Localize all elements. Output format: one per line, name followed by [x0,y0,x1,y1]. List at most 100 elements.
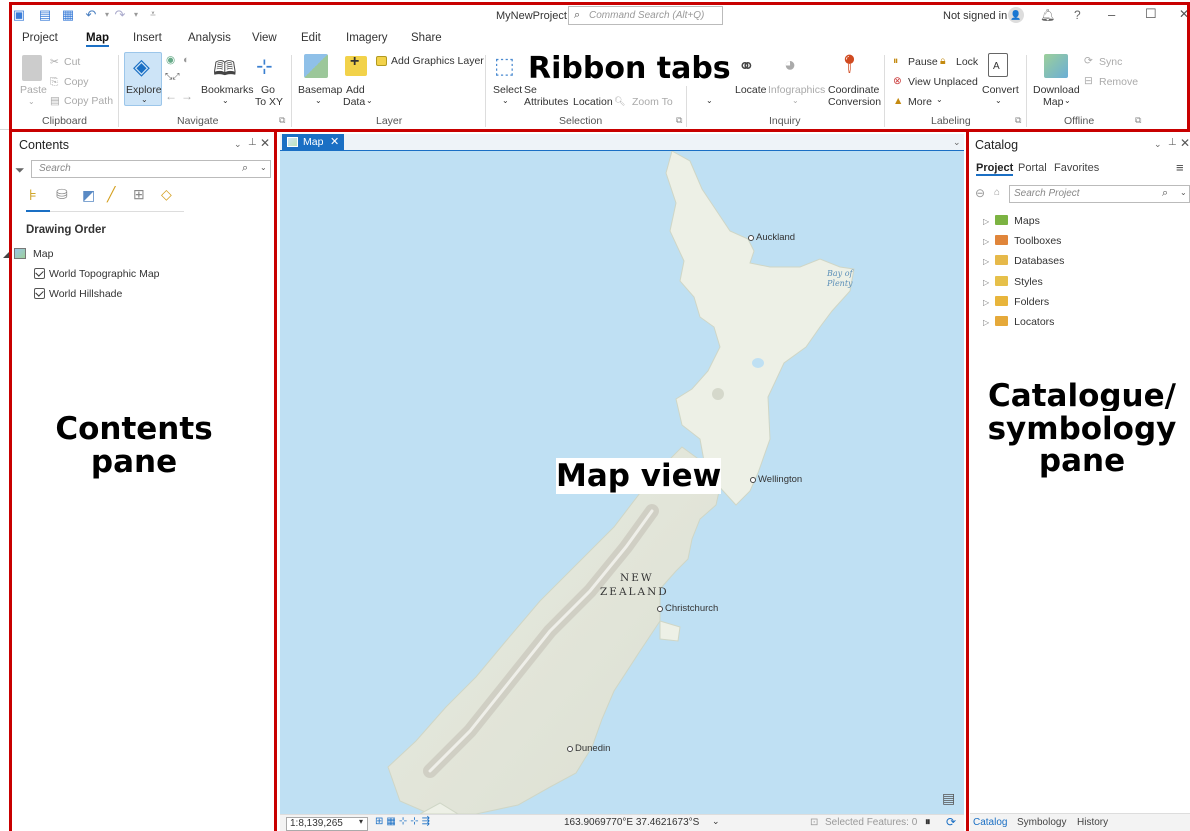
download-map-dropdown-icon[interactable]: ⌄ [1064,96,1071,105]
maximize-button[interactable]: ☐ [1145,6,1157,22]
infographics-button[interactable]: Infographics [768,84,825,96]
catalog-item-databases[interactable]: ▷ Databases [983,255,1064,267]
coordinate-conversion-button-line2[interactable]: Conversion [828,96,881,108]
pin-icon[interactable]: ⊥ [1168,137,1177,148]
selected-features-count[interactable]: Selected Features: 0 [825,817,917,828]
scale-dropdown[interactable]: 1:8,139,265 ▾ [286,817,368,831]
notifications-bell-icon[interactable]: 🔔︎ [1040,8,1055,22]
bookmarks-button[interactable]: Bookmarks [201,84,254,96]
help-button[interactable]: ? [1074,8,1081,22]
paste-button[interactable]: Paste [20,84,47,96]
add-data-button[interactable]: Add [346,84,365,96]
expand-arrow-icon[interactable]: ▷ [983,318,989,327]
close-button[interactable]: ✕ [1179,7,1189,21]
tab-catalog[interactable]: Catalog [973,817,1007,828]
close-pane-icon[interactable]: ✕ [260,136,270,150]
tab-catalog-portal[interactable]: Portal [1018,162,1047,174]
basemap-button[interactable]: Basemap [298,84,342,96]
list-by-selection-icon[interactable]: ◩ [82,187,95,204]
map-tree-item[interactable]: ◢ Map [3,248,53,260]
refresh-icon[interactable]: ⟳ [946,815,956,829]
list-by-snapping-icon[interactable]: ⊞ [133,186,145,203]
catalog-search-input[interactable]: Search Project ⌕ ⌄ [1009,185,1190,203]
save-project-icon[interactable]: ▦ [60,7,76,23]
layer-visibility-checkbox[interactable] [34,288,45,299]
layer-visibility-checkbox[interactable] [34,268,45,279]
expand-arrow-icon[interactable]: ▷ [983,278,989,287]
map-overview-icon[interactable]: ▤ [942,790,955,807]
expand-arrow-icon[interactable]: ▷ [983,298,989,307]
convert-button[interactable]: Convert [982,84,1019,96]
add-data-button-line2[interactable]: Data [343,96,365,108]
coordinate-readout[interactable]: 163.9069770°E 37.4621673°S [564,817,699,828]
copy-button[interactable]: Copy [64,76,89,88]
layer-row[interactable]: World Hillshade [34,288,122,300]
measure-dropdown-icon[interactable]: ⌄ [706,96,713,105]
list-by-editing-icon[interactable]: ╱ [107,186,115,203]
copy-path-button[interactable]: Copy Path [64,95,113,107]
tab-list-dropdown-icon[interactable]: ⌄ [953,137,961,148]
catalog-item-toolboxes[interactable]: ▷ Toolboxes [983,235,1061,247]
user-avatar-icon[interactable]: 👤 [1008,7,1024,23]
tab-catalog-favorites[interactable]: Favorites [1054,162,1099,174]
list-by-source-icon[interactable]: ⛁ [56,186,68,203]
explore-dropdown-icon[interactable]: ⌄ [141,95,148,104]
fixed-zoom-icon[interactable]: ⤡⤢ [165,71,179,82]
list-by-labeling-icon[interactable]: ◇ [161,186,172,203]
download-map-button-line2[interactable]: Map [1043,96,1063,108]
cut-button[interactable]: Cut [64,56,80,68]
expand-arrow-icon[interactable]: ▷ [983,257,989,266]
select-by-attributes-button[interactable]: Attributes [524,96,568,108]
signin-status[interactable]: Not signed in [943,10,1007,22]
catalog-item-maps[interactable]: ▷ Maps [983,215,1040,227]
customize-toolbar-icon[interactable]: ⩡ [145,7,161,23]
remove-button[interactable]: Remove [1099,76,1138,88]
filter-icon[interactable]: ⏷ [15,163,25,178]
tab-view[interactable]: View [252,32,277,44]
selection-launcher-icon[interactable]: ⧉ [676,115,682,126]
tab-history[interactable]: History [1077,817,1108,828]
back-arrow-icon[interactable]: ← [165,89,177,103]
add-graphics-layer-button[interactable]: Add Graphics Layer [391,55,484,67]
select-button[interactable]: Select [493,84,522,96]
expand-arrow-icon[interactable]: ▷ [983,237,989,246]
convert-dropdown-icon[interactable]: ⌄ [995,96,1002,105]
bookmarks-dropdown-icon[interactable]: ⌄ [222,96,229,105]
new-project-icon[interactable]: ▣ [11,7,27,23]
sync-button[interactable]: Sync [1099,56,1122,68]
pause-drawing-icon[interactable]: ⏸ [925,816,931,829]
back-icon[interactable]: ⊖ [975,186,985,200]
command-search-input[interactable]: ⌕ Command Search (Alt+Q) [568,6,723,25]
tab-edit[interactable]: Edit [301,32,321,44]
labeling-launcher-icon[interactable]: ⧉ [1015,115,1021,126]
layer-row[interactable]: World Topographic Map [34,268,160,280]
lock-labels-button[interactable]: Lock [956,56,978,68]
expand-arrow-icon[interactable]: ▷ [983,217,989,226]
tab-catalog-project[interactable]: Project [976,162,1014,176]
minimize-button[interactable]: – [1108,7,1115,22]
catalog-item-locators[interactable]: ▷ Locators [983,316,1054,328]
offline-launcher-icon[interactable]: ⧉ [1135,115,1141,126]
catalog-item-styles[interactable]: ▷ Styles [983,276,1043,288]
download-map-button[interactable]: Download [1033,84,1080,96]
basemap-dropdown-icon[interactable]: ⌄ [315,96,322,105]
tab-analysis[interactable]: Analysis [188,32,231,44]
add-data-dropdown-icon[interactable]: ⌄ [366,96,373,105]
map-view-tab[interactable]: Map ✕ [282,134,344,151]
tab-insert[interactable]: Insert [133,32,162,44]
previous-extent-icon[interactable]: ◐ [183,54,189,66]
infographics-dropdown-icon[interactable]: ⌄ [792,96,799,105]
select-by-location-button[interactable]: Location [573,96,613,108]
coordinate-conversion-button[interactable]: Coordinate [828,84,879,96]
more-labeling-dropdown-icon[interactable]: ⌄ [936,95,943,104]
coordinate-format-dropdown-icon[interactable]: ⌄ [712,816,720,827]
tab-project[interactable]: Project [22,32,58,44]
redo-dropdown-icon[interactable]: ▾ [128,7,144,23]
open-project-icon[interactable]: ▤ [37,7,53,23]
select-dropdown-icon[interactable]: ⌄ [502,96,509,105]
tab-map[interactable]: Map [86,32,109,47]
list-by-drawing-order-icon[interactable]: ⊧ [29,186,37,204]
pane-options-icon[interactable]: ⌄ [234,139,242,150]
redo-icon[interactable]: ↷ [112,7,128,23]
view-unplaced-button[interactable]: View Unplaced [908,76,978,88]
